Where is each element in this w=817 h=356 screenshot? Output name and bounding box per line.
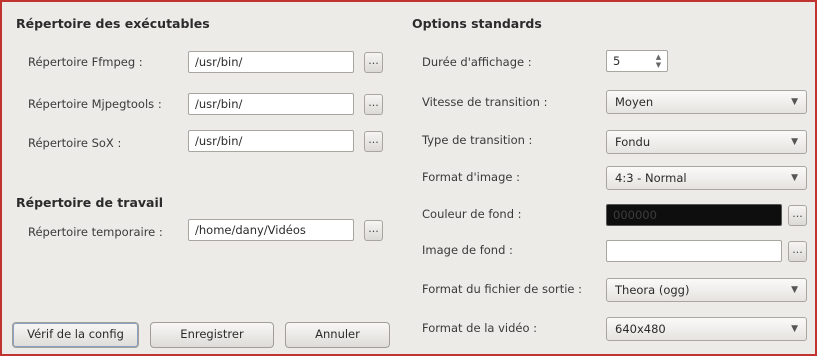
sox-browse-button[interactable]: ... <box>364 131 383 152</box>
cancel-button[interactable]: Annuler <box>285 322 390 348</box>
temp-dir-label: Répertoire temporaire : <box>28 225 163 239</box>
image-format-value: 4:3 - Normal <box>615 171 687 185</box>
video-format-select[interactable]: 640x480 ▼ <box>606 317 807 341</box>
duration-value: 5 <box>613 54 621 68</box>
video-format-label: Format de la vidéo : <box>422 321 538 335</box>
mjpegtools-browse-button[interactable]: ... <box>364 94 383 115</box>
mjpegtools-dir-input[interactable]: /usr/bin/ <box>188 93 354 115</box>
chevron-down-icon: ▼ <box>791 137 798 147</box>
executables-section-title: Répertoire des exécutables <box>16 16 210 31</box>
transition-type-label: Type de transition : <box>422 133 533 147</box>
options-section-title: Options standards <box>412 16 542 31</box>
output-format-select[interactable]: Theora (ogg) ▼ <box>606 278 807 302</box>
transition-speed-value: Moyen <box>615 95 654 109</box>
sox-dir-input[interactable]: /usr/bin/ <box>188 130 354 152</box>
spin-arrows-icon[interactable]: ▲ ▼ <box>654 53 663 69</box>
chevron-down-icon: ▼ <box>791 97 798 107</box>
ffmpeg-dir-input[interactable]: /usr/bin/ <box>188 51 354 73</box>
temp-dir-input[interactable]: /home/dany/Vidéos <box>188 219 354 241</box>
duration-spinner[interactable]: 5 ▲ ▼ <box>606 50 668 72</box>
temp-browse-button[interactable]: ... <box>364 220 383 241</box>
bg-image-label: Image de fond : <box>422 243 513 257</box>
chevron-down-icon: ▼ <box>791 324 798 334</box>
ffmpeg-dir-label: Répertoire Ffmpeg : <box>28 55 143 69</box>
bg-color-label: Couleur de fond : <box>422 207 522 221</box>
bg-image-browse-button[interactable]: ... <box>788 241 807 262</box>
transition-speed-label: Vitesse de transition : <box>422 95 548 109</box>
bg-color-browse-button[interactable]: ... <box>788 205 807 226</box>
transition-speed-select[interactable]: Moyen ▼ <box>606 90 807 114</box>
bg-color-input[interactable]: 000000 <box>606 204 782 226</box>
chevron-down-icon: ▼ <box>791 173 798 183</box>
bg-image-input[interactable] <box>606 240 782 262</box>
sox-dir-label: Répertoire SoX : <box>28 136 122 150</box>
output-format-label: Format du fichier de sortie : <box>422 282 583 296</box>
mjpegtools-dir-label: Répertoire Mjpegtools : <box>28 97 162 111</box>
ffmpeg-browse-button[interactable]: ... <box>364 52 383 73</box>
image-format-label: Format d'image : <box>422 170 520 184</box>
output-format-value: Theora (ogg) <box>615 283 690 297</box>
transition-type-select[interactable]: Fondu ▼ <box>606 130 807 154</box>
preferences-window: Répertoire des exécutables Répertoire Ff… <box>0 0 817 356</box>
save-button[interactable]: Enregistrer <box>150 322 274 348</box>
verify-config-button[interactable]: Vérif de la config <box>12 322 139 348</box>
transition-type-value: Fondu <box>615 135 651 149</box>
image-format-select[interactable]: 4:3 - Normal ▼ <box>606 166 807 190</box>
video-format-value: 640x480 <box>615 322 666 336</box>
work-section-title: Répertoire de travail <box>16 195 164 210</box>
chevron-down-icon: ▼ <box>791 285 798 295</box>
duration-label: Durée d'affichage : <box>422 55 532 69</box>
